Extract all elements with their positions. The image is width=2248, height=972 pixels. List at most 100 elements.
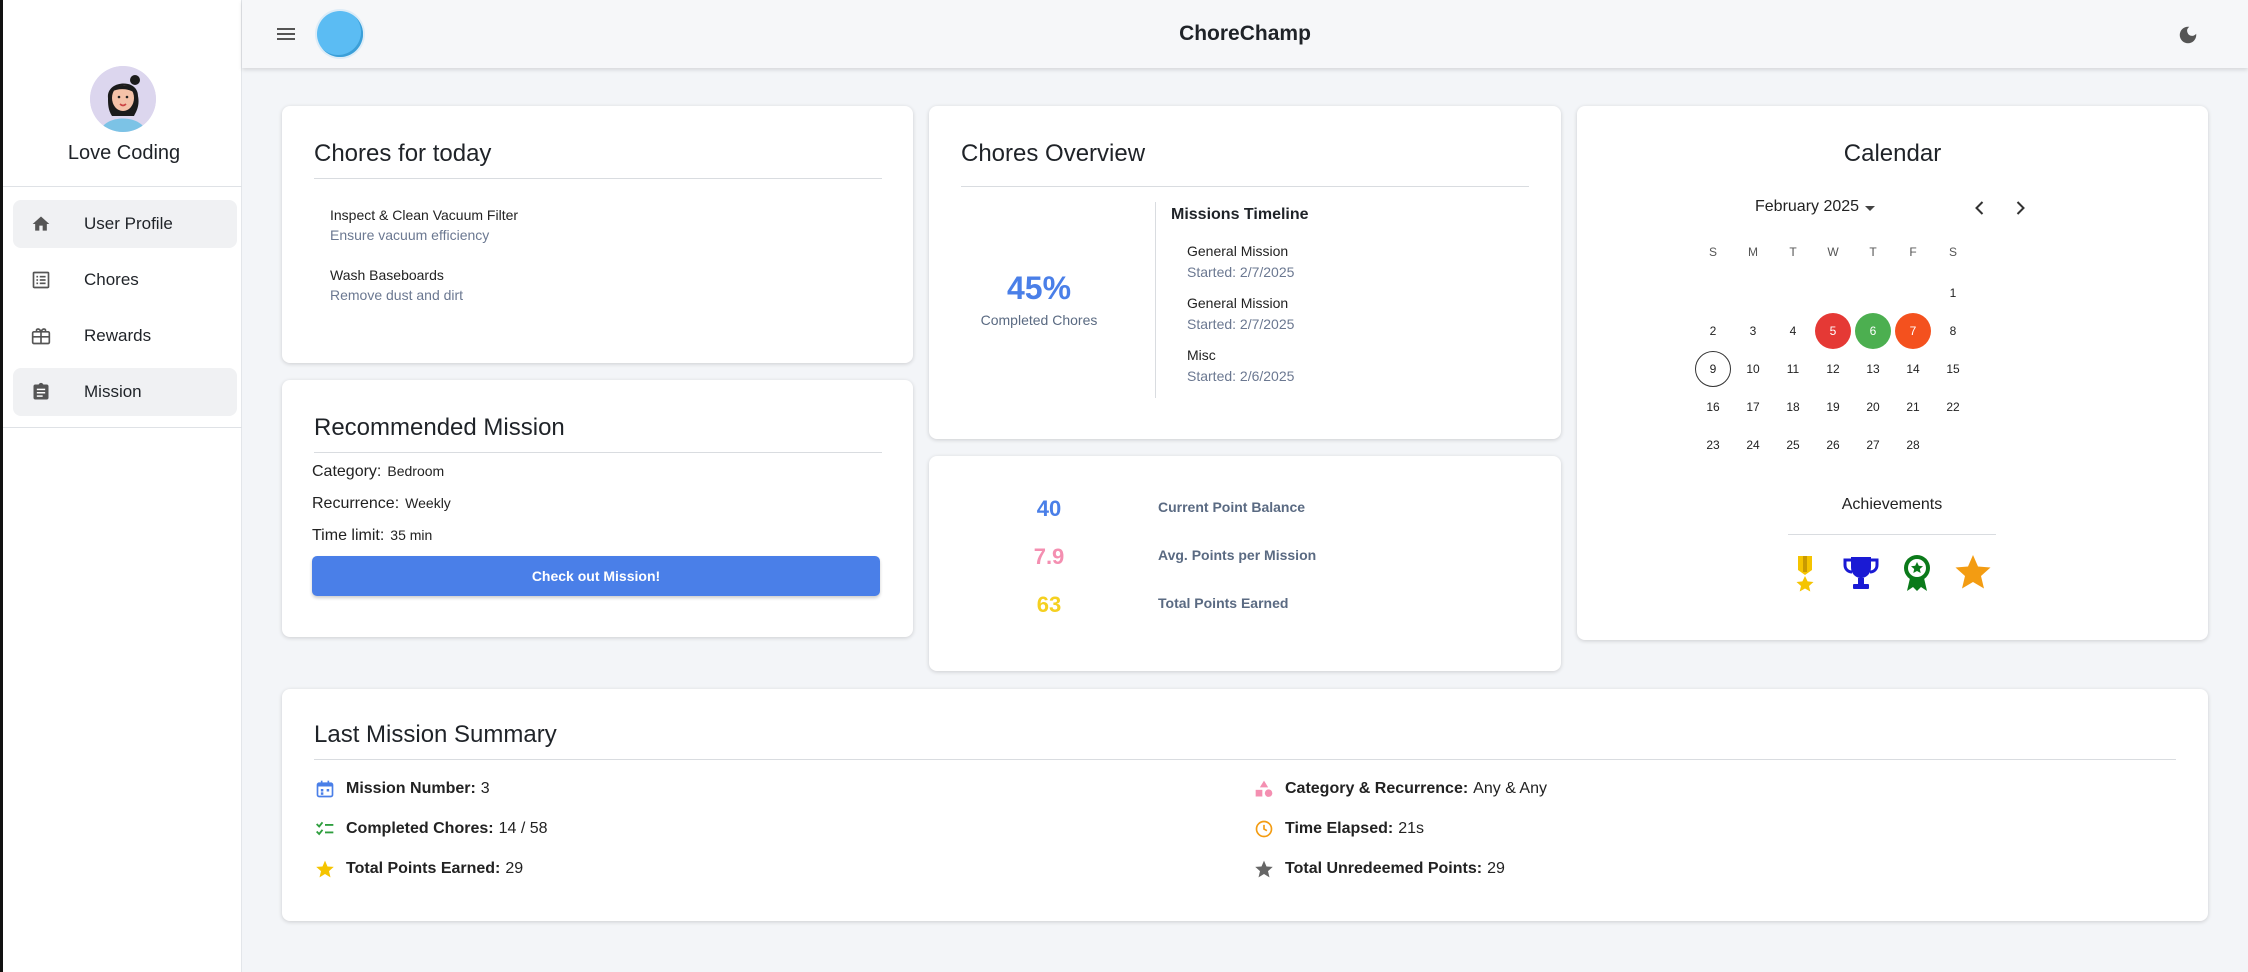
- calendar-day[interactable]: 27: [1855, 427, 1891, 463]
- star-icon: [314, 858, 336, 880]
- calendar-day[interactable]: 7: [1895, 313, 1931, 349]
- category-shapes-icon: [1253, 778, 1275, 800]
- chore-name[interactable]: Wash Baseboards: [330, 267, 444, 283]
- card-title: Calendar: [1843, 140, 1942, 167]
- calendar-day[interactable]: 24: [1735, 427, 1771, 463]
- total-points-row: Total Points Earned: 29: [314, 858, 523, 880]
- calendar-day[interactable]: 21: [1895, 389, 1931, 425]
- summary-value: 14 / 58: [498, 820, 548, 837]
- calendar-day[interactable]: 22: [1935, 389, 1971, 425]
- timeline-mission-name[interactable]: General Mission: [1187, 243, 1288, 259]
- badge-icon[interactable]: [1897, 552, 1937, 592]
- calendar-day[interactable]: 5: [1815, 313, 1851, 349]
- point-balance-value: 40: [1036, 496, 1062, 521]
- completed-chores-row: Completed Chores: 14 / 58: [314, 818, 548, 840]
- calendar-day[interactable]: 16: [1695, 389, 1731, 425]
- total-points-label: Total Points Earned: [1158, 595, 1289, 611]
- field-label: Recurrence:: [312, 495, 400, 512]
- sidebar-item-rewards[interactable]: Rewards: [13, 312, 237, 360]
- clock-icon: [1253, 818, 1275, 840]
- sidebar-item-label: Chores: [84, 270, 139, 289]
- star-outline-icon: [1253, 858, 1275, 880]
- summary-label: Category & Recurrence:: [1285, 780, 1469, 797]
- summary-label: Mission Number:: [346, 780, 476, 797]
- total-points-value: 63: [1036, 592, 1062, 617]
- sidebar-item-mission[interactable]: Mission: [13, 368, 237, 416]
- calendar-day[interactable]: 3: [1735, 313, 1771, 349]
- avatar[interactable]: [90, 66, 156, 132]
- sidebar-item-user-profile[interactable]: User Profile: [13, 200, 237, 248]
- calendar-day[interactable]: 2: [1695, 313, 1731, 349]
- calendar-day[interactable]: 12: [1815, 351, 1851, 387]
- divider: [314, 178, 882, 179]
- calendar-day[interactable]: 28: [1895, 427, 1931, 463]
- summary-label: Total Points Earned:: [346, 860, 501, 877]
- calendar-day[interactable]: 17: [1735, 389, 1771, 425]
- sidebar-item-chores[interactable]: Chores: [13, 256, 237, 304]
- calendar-day[interactable]: 8: [1935, 313, 1971, 349]
- trophy-icon[interactable]: [1841, 552, 1881, 592]
- summary-label: Total Unredeemed Points:: [1285, 860, 1483, 877]
- calendar-day[interactable]: 13: [1855, 351, 1891, 387]
- previous-month-icon[interactable]: [1970, 198, 1990, 218]
- last-mission-summary-card: Last Mission Summary Mission Number: 3 C…: [282, 689, 2208, 921]
- sidebar-divider: [3, 427, 242, 428]
- summary-value: 21s: [1398, 820, 1424, 837]
- calendar-day[interactable]: 1: [1935, 275, 1971, 311]
- unredeemed-points-row: Total Unredeemed Points: 29: [1253, 858, 1505, 880]
- summary-label: Time Elapsed:: [1285, 820, 1394, 837]
- chore-name[interactable]: Inspect & Clean Vacuum Filter: [330, 207, 518, 223]
- chores-overview-card: Chores Overview 45% Completed Chores Mis…: [929, 106, 1561, 439]
- field-value: 35 min: [390, 527, 433, 543]
- chores-today-card: Chores for today Inspect & Clean Vacuum …: [282, 106, 913, 363]
- summary-value: Any & Any: [1473, 780, 1547, 797]
- recurrence-row: Recurrence: Weekly: [312, 495, 451, 513]
- weekday-label: S: [1948, 245, 1957, 259]
- timeline-mission-date: Started: 2/7/2025: [1187, 316, 1295, 332]
- gift-icon: [30, 325, 52, 347]
- calendar-month-label[interactable]: February 2025: [1755, 198, 1859, 216]
- timeline-mission-name[interactable]: General Mission: [1187, 295, 1288, 311]
- clipboard-icon: [30, 381, 52, 403]
- calendar-day[interactable]: 6: [1855, 313, 1891, 349]
- calendar-day[interactable]: 14: [1895, 351, 1931, 387]
- weekday-label: F: [1909, 245, 1917, 259]
- sidebar-item-label: Mission: [84, 382, 142, 401]
- star-icon[interactable]: [1953, 552, 1993, 592]
- month-dropdown-icon[interactable]: [1865, 206, 1875, 211]
- divider: [314, 452, 882, 453]
- timeline-mission-name[interactable]: Misc: [1187, 347, 1216, 363]
- calendar-day[interactable]: 9: [1695, 351, 1731, 387]
- chore-description: Remove dust and dirt: [330, 287, 464, 303]
- check-out-mission-button[interactable]: Check out Mission!: [312, 556, 880, 596]
- calendar-day[interactable]: 25: [1775, 427, 1811, 463]
- point-balance-label: Current Point Balance: [1158, 499, 1306, 515]
- sidebar: Love Coding User Profile Chores Rewards …: [0, 0, 242, 972]
- weekday-label: T: [1869, 245, 1877, 259]
- medal-icon[interactable]: [1785, 552, 1825, 592]
- calendar-day[interactable]: 11: [1775, 351, 1811, 387]
- dark-mode-toggle-icon[interactable]: [2177, 24, 2199, 46]
- next-month-icon[interactable]: [2010, 198, 2030, 218]
- calendar-day[interactable]: 18: [1775, 389, 1811, 425]
- field-value: Bedroom: [387, 463, 445, 479]
- completed-percent-label: Completed Chores: [980, 312, 1098, 328]
- completed-percent: 45%: [1006, 270, 1072, 306]
- calendar-day[interactable]: 20: [1855, 389, 1891, 425]
- time-elapsed-row: Time Elapsed: 21s: [1253, 818, 1424, 840]
- calendar-day[interactable]: 10: [1735, 351, 1771, 387]
- summary-value: 3: [480, 780, 490, 797]
- avg-points-label: Avg. Points per Mission: [1158, 547, 1317, 563]
- calendar-day[interactable]: 19: [1815, 389, 1851, 425]
- weekday-label: W: [1827, 245, 1839, 259]
- weekday-label: S: [1708, 245, 1717, 259]
- card-title: Recommended Mission: [314, 414, 565, 441]
- card-title: Last Mission Summary: [314, 721, 557, 748]
- list-icon: [30, 269, 52, 291]
- calendar-day[interactable]: 4: [1775, 313, 1811, 349]
- username: Love Coding: [67, 142, 181, 164]
- calendar-day[interactable]: 15: [1935, 351, 1971, 387]
- calendar-day[interactable]: 26: [1815, 427, 1851, 463]
- calendar-day[interactable]: 23: [1695, 427, 1731, 463]
- sidebar-item-label: Rewards: [84, 326, 152, 345]
